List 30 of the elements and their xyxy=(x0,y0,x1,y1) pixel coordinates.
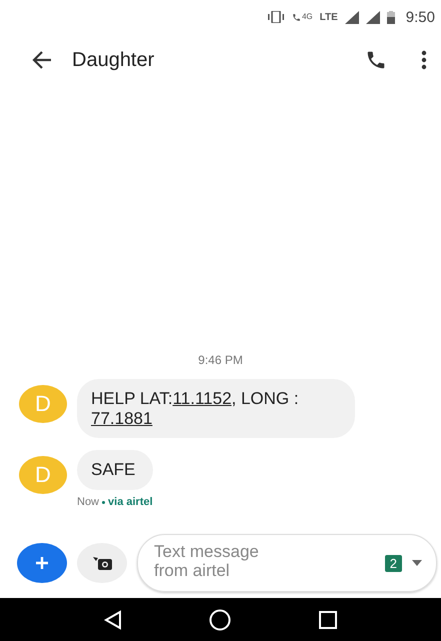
vibrate-icon xyxy=(266,11,285,23)
camera-button[interactable] xyxy=(77,543,127,583)
message-bubble: SAFE xyxy=(77,450,153,490)
message-input-field[interactable]: Text message from airtel 2 xyxy=(137,534,437,592)
plus-icon xyxy=(35,556,49,570)
signal-icon xyxy=(366,10,380,24)
message-time: Now xyxy=(77,496,100,508)
home-icon[interactable] xyxy=(209,608,232,630)
coordinate-link[interactable]: 77.1881 xyxy=(91,408,152,428)
back-icon[interactable] xyxy=(103,610,124,630)
dropdown-caret-icon[interactable] xyxy=(412,560,422,566)
clock-time: 9:50 xyxy=(406,8,435,26)
network-label: 4G xyxy=(302,12,313,20)
sim-badge[interactable]: 2 xyxy=(384,554,402,572)
recents-icon[interactable] xyxy=(318,610,338,630)
more-icon[interactable] xyxy=(421,50,427,70)
network-label: LTE xyxy=(320,12,338,22)
battery-icon xyxy=(386,10,395,24)
add-button[interactable] xyxy=(17,543,67,583)
phone-icon[interactable] xyxy=(365,49,387,71)
back-arrow-icon[interactable] xyxy=(32,51,52,69)
coordinate-link[interactable]: 11.1152 xyxy=(172,389,232,408)
contact-name: Daughter xyxy=(72,48,156,72)
separator-dot xyxy=(102,500,106,504)
message-bubble: HELP LAT:11.1152, LONG : 77.1881 xyxy=(77,379,355,438)
message-timestamp: 9:46 PM xyxy=(197,353,244,368)
carrier-label: via airtel xyxy=(108,496,153,508)
phone-icon xyxy=(292,12,301,22)
signal-icon xyxy=(344,10,359,24)
camera-icon xyxy=(91,555,113,571)
